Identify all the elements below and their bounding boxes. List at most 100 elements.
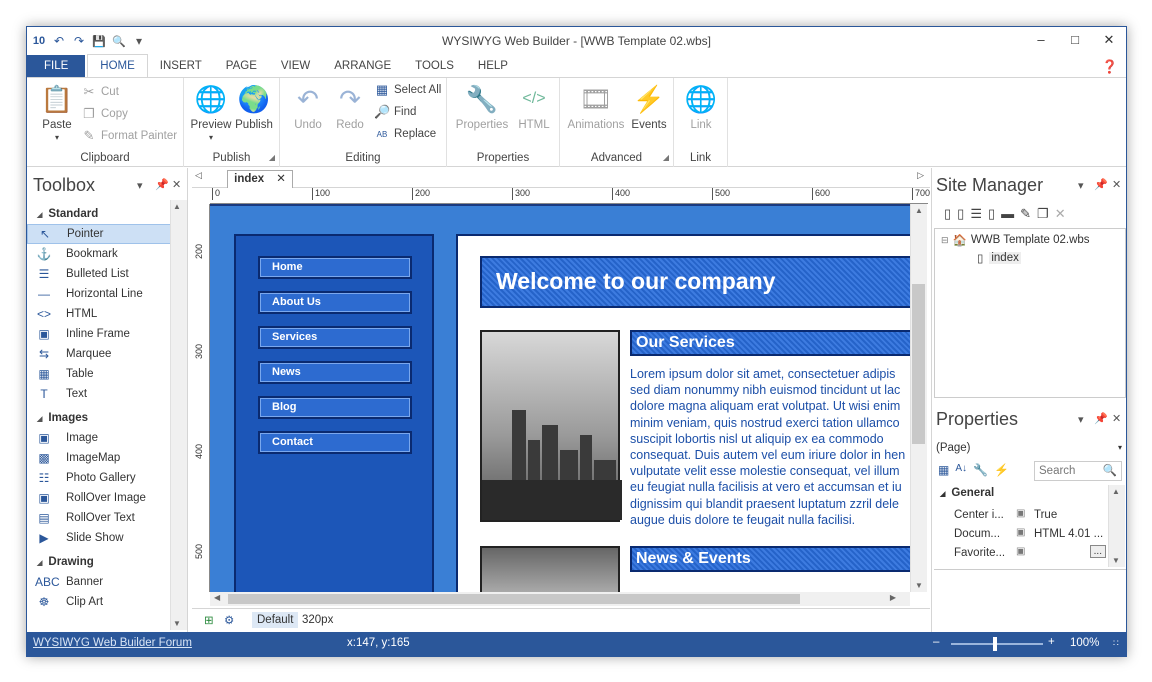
paste-button[interactable]: 📋 Paste ▾ [37, 82, 77, 143]
tabs-right-arrow-icon[interactable]: ▷ [917, 170, 924, 181]
tab-insert[interactable]: INSERT [148, 55, 214, 78]
props-group-general[interactable]: ◢ General [940, 487, 994, 499]
tab-view[interactable]: VIEW [269, 55, 322, 78]
zoom-slider[interactable] [951, 637, 1043, 651]
redo-icon[interactable]: ↷ [71, 34, 87, 48]
tab-page[interactable]: PAGE [214, 55, 269, 78]
toolbox-item[interactable]: ☸ Clip Art [27, 592, 172, 612]
wrench-small-icon[interactable]: 🔧 [973, 463, 988, 477]
delete-page-icon[interactable]: ✕ [1055, 206, 1066, 222]
nav-button[interactable]: Services [258, 326, 412, 349]
services-heading[interactable]: Our Services [630, 330, 910, 356]
format-painter-button[interactable]: ✎ Format Painter [81, 126, 178, 146]
resize-grip-icon[interactable]: ∷ [1113, 638, 1119, 649]
preview-icon[interactable]: 🔍 [111, 35, 127, 48]
folder-icon[interactable]: ▬ [1001, 206, 1014, 222]
props-close-icon[interactable]: ✕ [1112, 412, 1121, 425]
nav-button[interactable]: News [258, 361, 412, 384]
breakpoint-settings-icon[interactable]: ⚙ [224, 613, 234, 627]
qat-dropdown-icon[interactable]: ▾ [131, 34, 147, 48]
toolbox-item[interactable]: ▶ Slide Show [27, 528, 172, 548]
replace-button[interactable]: AB Replace [374, 124, 437, 144]
animations-button[interactable]: 🎞 Animations [564, 82, 628, 131]
save-icon[interactable]: 💾 [91, 35, 107, 48]
undo-button[interactable]: ↶ Undo [288, 82, 328, 131]
property-row[interactable]: Center i... ▣ True [954, 507, 1106, 525]
tab-file[interactable]: FILE [27, 55, 86, 78]
toolbox-category[interactable]: Images [27, 408, 172, 428]
toolbox-item[interactable]: ⇆ Marquee [27, 344, 172, 364]
sm-pin-icon[interactable]: 📌 [1094, 178, 1108, 191]
sort-az-icon[interactable]: A↓ [955, 463, 967, 477]
redo-button[interactable]: ↷ Redo [330, 82, 370, 131]
events-small-icon[interactable]: ⚡ [994, 463, 1009, 477]
news-photo[interactable] [480, 546, 620, 592]
preview-button[interactable]: 🌐 Preview ▾ [190, 82, 232, 143]
tree-root[interactable]: ⊟ 🏠 WWB Template 02.wbs [941, 233, 1090, 247]
zoom-out-icon[interactable]: – [933, 636, 939, 648]
news-heading[interactable]: News & Events [630, 546, 910, 572]
nav-button[interactable]: Home [258, 256, 412, 279]
toolbox-item[interactable]: ▣ Inline Frame [27, 324, 172, 344]
edit-page-icon[interactable]: ✎ [1020, 206, 1031, 222]
tabs-left-arrow-icon[interactable]: ◁ [195, 170, 202, 181]
toolbox-category[interactable]: Standard [27, 204, 172, 224]
object-selector[interactable]: (Page) ▾ [934, 439, 1126, 457]
sm-dropdown-icon[interactable]: ▾ [1078, 179, 1084, 192]
zoom-in-icon[interactable]: + [1048, 636, 1055, 648]
undo-icon[interactable]: ↶ [51, 34, 67, 48]
cut-button[interactable]: ✂ Cut [81, 82, 119, 102]
app-icon[interactable]: 10 [31, 35, 47, 47]
toolbox-scrollbar[interactable]: ▲ ▼ [170, 200, 187, 630]
minimize-button[interactable]: – [1024, 27, 1058, 53]
canvas-vscrollbar[interactable]: ▲ ▼ [910, 204, 927, 592]
services-text[interactable]: Lorem ipsum dolor sit amet, consectetuer… [630, 366, 910, 528]
toolbox-close-icon[interactable]: ✕ [172, 178, 181, 191]
nav-button[interactable]: Contact [258, 431, 412, 454]
categorized-icon[interactable]: ▦ [938, 463, 949, 477]
props-pin-icon[interactable]: 📌 [1094, 412, 1108, 425]
add-page-icon[interactable]: ▯ [957, 206, 964, 222]
help-icon[interactable]: ❓ [1102, 59, 1118, 75]
forum-link[interactable]: WYSIWYG Web Builder Forum [33, 637, 192, 649]
property-row[interactable]: Docum... ▣ HTML 4.01 ... [954, 526, 1106, 544]
props-scrollbar[interactable]: ▲ ▼ [1108, 485, 1125, 567]
copy-button[interactable]: ❐ Copy [81, 104, 128, 124]
toolbox-category[interactable]: Drawing [27, 552, 172, 572]
tab-arrange[interactable]: ARRANGE [322, 55, 403, 78]
default-breakpoint[interactable]: Default [252, 612, 299, 628]
link-page-icon[interactable]: ▯ [988, 206, 995, 222]
tab-help[interactable]: HELP [466, 55, 520, 78]
properties-button[interactable]: 🔧 Properties [453, 82, 511, 131]
toolbox-item[interactable]: ↖ Pointer [27, 224, 172, 244]
toolbox-item[interactable]: ▣ RollOver Image [27, 488, 172, 508]
toolbox-item[interactable]: ABC Banner [27, 572, 172, 592]
city-photo[interactable] [480, 330, 622, 522]
sm-close-icon[interactable]: ✕ [1112, 178, 1121, 191]
advanced-expander-icon[interactable]: ◢ [663, 153, 669, 162]
toolbox-dropdown-icon[interactable]: ▾ [137, 179, 143, 192]
maximize-button[interactable]: □ [1058, 27, 1092, 53]
hero-banner[interactable]: Welcome to our company [480, 256, 910, 308]
search-icon[interactable]: 🔍 [1103, 462, 1117, 480]
select-all-button[interactable]: ▦ Select All [374, 80, 441, 100]
add-breakpoint-icon[interactable]: ⊞ [204, 613, 214, 627]
new-page-icon[interactable]: ▯ [944, 206, 951, 222]
nav-button[interactable]: Blog [258, 396, 412, 419]
props-search-input[interactable]: Search 🔍 [1034, 461, 1122, 481]
toolbox-item[interactable]: T Text [27, 384, 172, 404]
toolbox-item[interactable]: <> HTML [27, 304, 172, 324]
toolbox-item[interactable]: ▤ RollOver Text [27, 508, 172, 528]
toolbox-item[interactable]: ▣ Image [27, 428, 172, 448]
duplicate-page-icon[interactable]: ❐ [1037, 206, 1049, 222]
toolbox-item[interactable]: ▦ Table [27, 364, 172, 384]
toolbox-item[interactable]: — Horizontal Line [27, 284, 172, 304]
property-edit-icon[interactable]: ▣ [1016, 527, 1025, 538]
html-button[interactable]: </> HTML [515, 82, 553, 131]
link-button[interactable]: 🌐 Link [682, 82, 720, 131]
toolbox-item[interactable]: ▩ ImageMap [27, 448, 172, 468]
find-button[interactable]: 🔎 Find [374, 102, 416, 122]
tree-page-index[interactable]: ▯ index [977, 251, 1021, 265]
tab-tools[interactable]: TOOLS [403, 55, 466, 78]
ellipsis-button[interactable]: ... [1089, 545, 1106, 558]
